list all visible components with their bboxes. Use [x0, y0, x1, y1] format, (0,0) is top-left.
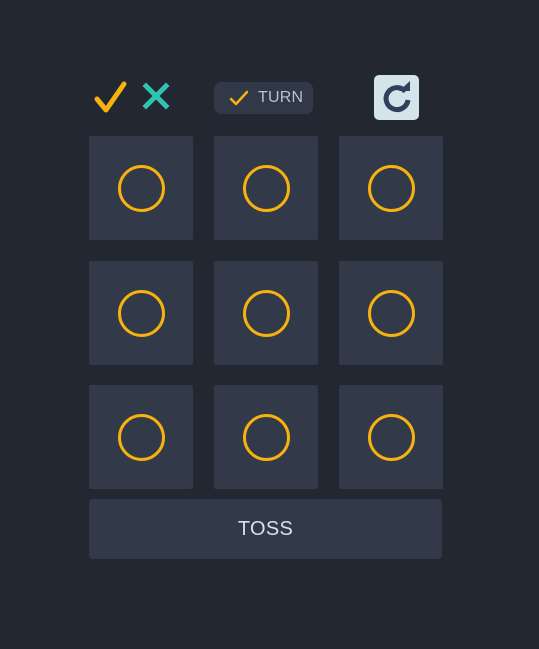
o-mark-icon	[242, 289, 290, 337]
restart-icon	[383, 80, 410, 112]
board-cell-9[interactable]	[339, 385, 443, 489]
o-mark-icon	[367, 413, 415, 461]
game-board	[89, 136, 443, 489]
restart-button[interactable]	[374, 75, 419, 120]
board-cell-2[interactable]	[214, 136, 318, 240]
check-icon	[229, 90, 249, 106]
o-mark-icon	[117, 289, 165, 337]
board-cell-1[interactable]	[89, 136, 193, 240]
board-cell-7[interactable]	[89, 385, 193, 489]
turn-indicator: TURN	[214, 82, 313, 114]
check-icon	[94, 81, 127, 113]
x-icon	[142, 82, 170, 110]
board-cell-8[interactable]	[214, 385, 318, 489]
board-cell-5[interactable]	[214, 261, 318, 365]
o-mark-icon	[117, 413, 165, 461]
o-mark-icon	[367, 164, 415, 212]
board-cell-6[interactable]	[339, 261, 443, 365]
toss-button[interactable]: TOSS	[89, 499, 442, 559]
turn-label: TURN	[258, 89, 304, 106]
o-mark-icon	[242, 164, 290, 212]
board-cell-4[interactable]	[89, 261, 193, 365]
tic-tac-toe-app: TURN TOSS	[0, 0, 539, 649]
board-cell-3[interactable]	[339, 136, 443, 240]
o-mark-icon	[117, 164, 165, 212]
o-mark-icon	[367, 289, 415, 337]
game-logo	[93, 80, 173, 116]
o-mark-icon	[242, 413, 290, 461]
